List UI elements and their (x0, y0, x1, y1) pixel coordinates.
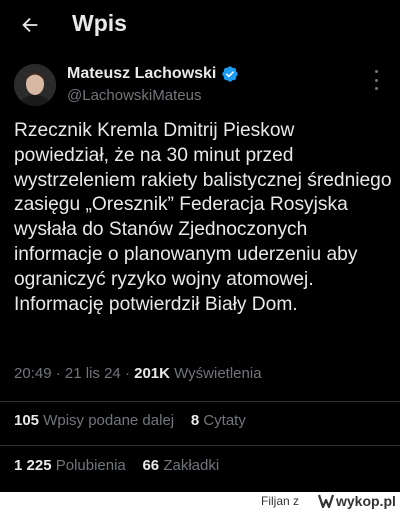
reposts-link[interactable]: 105 Wpisy podane dalej (14, 412, 178, 429)
author-handle[interactable]: @LachowskiMateus (67, 87, 201, 104)
top-bar: Wpis (0, 0, 400, 52)
reposts-count: 105 (14, 412, 40, 429)
watermark-footer: Filjan z wykop.pl (0, 492, 400, 512)
wykop-logo: wykop.pl (318, 493, 396, 509)
footer-credit: Filjan z (261, 494, 299, 508)
wykop-logo-text: wykop.pl (336, 493, 396, 509)
divider (0, 445, 400, 446)
avatar-image (14, 64, 56, 106)
post-date[interactable]: 21 lis 24 (65, 365, 121, 382)
avatar[interactable] (14, 64, 56, 106)
wykop-logo-icon (318, 494, 334, 508)
likes-link[interactable]: 1 225 Polubienia (14, 457, 130, 474)
post-time[interactable]: 20:49 (14, 365, 52, 382)
meta-separator: · (124, 365, 130, 382)
post-meta: 20:49 · 21 lis 24 · 201K Wyświetlenia (14, 365, 262, 382)
divider (0, 401, 400, 402)
reposts-label: Wpisy podane dalej (43, 412, 175, 429)
author-row: Mateusz Lachowski (67, 65, 239, 83)
reposts-quotes-row: 105 Wpisy podane dalej 8 Cytaty (14, 412, 246, 429)
quotes-label: Cytaty (203, 412, 246, 429)
footer-username: Filjan (261, 494, 290, 508)
footer-prefix: z (293, 494, 300, 508)
quotes-link[interactable]: 8 Cytaty (191, 412, 246, 429)
views-count: 201K (134, 365, 170, 382)
back-button[interactable] (17, 12, 43, 38)
tweet-screen: Wpis Mateusz Lachowski @LachowskiMateus … (0, 0, 400, 492)
more-options-icon[interactable] (372, 70, 380, 90)
author-name[interactable]: Mateusz Lachowski (67, 65, 216, 83)
bookmarks-label: Zakładki (163, 457, 220, 474)
quotes-count: 8 (190, 412, 200, 429)
verified-badge-icon (222, 66, 239, 82)
bookmarks-link[interactable]: 66 Zakładki (142, 457, 219, 474)
bookmarks-count: 66 (142, 457, 160, 474)
post-text: Rzecznik Kremla Dmitrij Pieskow powiedzi… (14, 120, 392, 315)
arrow-left-icon (22, 17, 38, 33)
meta-separator: · (55, 365, 61, 382)
page-title: Wpis (72, 10, 127, 36)
likes-bookmarks-row: 1 225 Polubienia 66 Zakładki (14, 457, 219, 474)
likes-count: 1 225 (14, 457, 52, 474)
likes-label: Polubienia (55, 457, 126, 474)
views-label: Wyświetlenia (174, 365, 262, 382)
